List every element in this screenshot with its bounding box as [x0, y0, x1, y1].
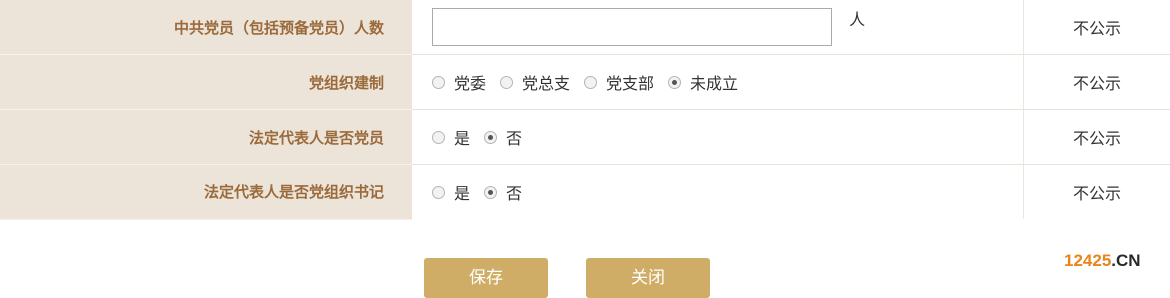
legal-rep-member-radio-group: 是 否: [432, 125, 1023, 149]
radio-dot[interactable]: [432, 186, 445, 199]
public-status: 不公示: [1024, 0, 1170, 55]
legal-rep-secretary-label: 法定代表人是否党组织书记: [0, 165, 412, 220]
close-button[interactable]: 关闭: [586, 258, 710, 298]
radio-yes[interactable]: 是: [432, 125, 470, 149]
radio-yes[interactable]: 是: [432, 180, 470, 204]
watermark-suffix: .CN: [1111, 251, 1140, 270]
watermark-logo: 12425.CN: [1064, 251, 1141, 271]
radio-dot[interactable]: [584, 76, 597, 89]
form-row-legal-rep-secretary: 法定代表人是否党组织书记 是 否 不公示: [0, 165, 1170, 220]
form-row-legal-rep-member: 法定代表人是否党员 是 否 不公示: [0, 110, 1170, 165]
legal-rep-secretary-radio-group: 是 否: [432, 180, 1023, 204]
radio-dot-checked[interactable]: [668, 76, 681, 89]
org-structure-label: 党组织建制: [0, 55, 412, 110]
save-button[interactable]: 保存: [424, 258, 548, 298]
public-status: 不公示: [1024, 55, 1170, 110]
radio-general-branch[interactable]: 党总支: [500, 70, 570, 94]
radio-dot[interactable]: [432, 131, 445, 144]
legal-rep-member-label: 法定代表人是否党员: [0, 110, 412, 165]
radio-branch[interactable]: 党支部: [584, 70, 654, 94]
public-status: 不公示: [1024, 165, 1170, 220]
radio-not-established[interactable]: 未成立: [668, 70, 738, 94]
radio-no[interactable]: 否: [484, 125, 522, 149]
radio-party-committee[interactable]: 党委: [432, 70, 486, 94]
form-row-org-structure: 党组织建制 党委 党总支 党支部 未成立 不公示: [0, 55, 1170, 110]
party-members-label: 中共党员（包括预备党员）人数: [0, 0, 412, 55]
radio-dot-checked[interactable]: [484, 186, 497, 199]
radio-no[interactable]: 否: [484, 180, 522, 204]
org-structure-radio-group: 党委 党总支 党支部 未成立: [432, 70, 1023, 94]
radio-dot-checked[interactable]: [484, 131, 497, 144]
form-row-party-members: 中共党员（包括预备党员）人数 人 不公示: [0, 0, 1170, 55]
public-status: 不公示: [1024, 110, 1170, 165]
watermark-number: 12425: [1064, 251, 1111, 270]
radio-dot[interactable]: [432, 76, 445, 89]
party-members-input[interactable]: [432, 8, 832, 46]
unit-label: 人: [849, 6, 865, 30]
party-info-form: 中共党员（包括预备党员）人数 人 不公示 党组织建制 党委 党总支 党支部 未成…: [0, 0, 1170, 220]
radio-dot[interactable]: [500, 76, 513, 89]
